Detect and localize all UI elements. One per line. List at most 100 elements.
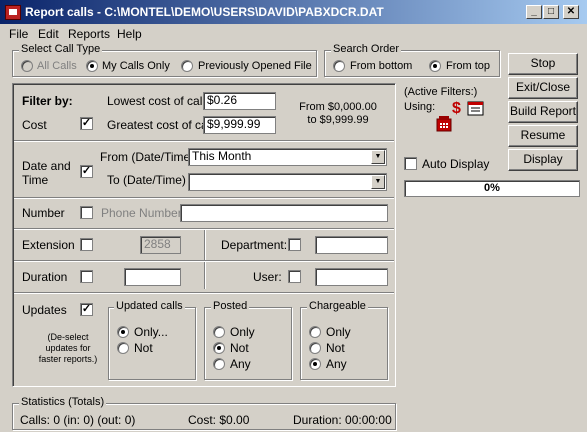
stats-duration: Duration: 00:00:00	[293, 413, 392, 427]
app-icon[interactable]	[5, 5, 21, 20]
call-type-title: Select Call Type	[19, 43, 103, 55]
divider	[14, 197, 394, 199]
cost-filter-icon: $	[452, 100, 461, 115]
updates-note-line3: faster reports.)	[38, 354, 98, 364]
greatest-cost-label: Greatest cost of call	[107, 118, 214, 132]
radio-from-top[interactable]	[429, 60, 441, 72]
user-input[interactable]	[315, 268, 388, 286]
radio-from-top-label[interactable]: From top	[446, 60, 490, 72]
cost-label: Cost	[22, 118, 47, 132]
radio-all-calls-label: All Calls	[37, 60, 77, 72]
radio-all-calls	[21, 60, 33, 72]
resume-button[interactable]: Resume	[508, 125, 578, 147]
extension-label: Extension	[22, 238, 75, 252]
updates-label: Updates	[22, 303, 67, 317]
radio-posted-only-label[interactable]: Only	[230, 325, 255, 339]
filter-heading: Filter by:	[22, 94, 73, 108]
stop-button[interactable]: Stop	[508, 53, 578, 75]
radio-chargeable-not[interactable]	[309, 342, 321, 354]
user-checkbox[interactable]	[288, 270, 301, 283]
radio-updated-only[interactable]	[117, 326, 129, 338]
active-filters-label: (Active Filters:)	[404, 86, 478, 98]
updates-note-line1: (De-select	[47, 332, 89, 342]
radio-from-bottom-label[interactable]: From bottom	[350, 60, 412, 72]
radio-posted-any-label[interactable]: Any	[230, 357, 251, 371]
extension-checkbox[interactable]	[80, 238, 93, 251]
updates-checkbox[interactable]: ✓	[80, 303, 93, 316]
menu-help[interactable]: Help	[117, 27, 142, 41]
radio-updated-only-label[interactable]: Only...	[134, 325, 168, 339]
radio-posted-only[interactable]	[213, 326, 225, 338]
chevron-down-icon[interactable]: ▼	[371, 175, 385, 189]
number-label: Number	[22, 206, 65, 220]
radio-posted-any[interactable]	[213, 358, 225, 370]
title-bar[interactable]: Report calls - C:\MONTEL\DEMO\USERS\DAVI…	[0, 0, 587, 24]
department-checkbox[interactable]	[288, 238, 301, 251]
auto-display-label[interactable]: Auto Display	[422, 157, 489, 171]
department-label: Department:	[221, 238, 288, 252]
updates-note-line2: updates for	[45, 343, 91, 353]
duration-input[interactable]	[124, 268, 181, 286]
radio-updated-not-label[interactable]: Not	[134, 341, 153, 355]
date-time-label-line1: Date and	[22, 159, 71, 173]
divider	[14, 260, 394, 262]
radio-my-calls-only-label[interactable]: My Calls Only	[102, 60, 170, 72]
radio-previously-opened-file[interactable]	[181, 60, 193, 72]
department-input[interactable]	[315, 236, 388, 254]
radio-chargeable-only-label[interactable]: Only	[326, 325, 351, 339]
menu-file[interactable]: File	[9, 27, 28, 41]
chevron-down-icon[interactable]: ▼	[371, 150, 385, 164]
menu-bar: File Edit Reports Help	[0, 24, 587, 43]
phone-filter-icon	[436, 116, 452, 132]
from-date-value: This Month	[192, 149, 252, 163]
report-calls-window: Report calls - C:\MONTEL\DEMO\USERS\DAVI…	[0, 0, 587, 432]
duration-label: Duration	[22, 270, 68, 284]
stats-calls: Calls: 0 (in: 0) (out: 0)	[20, 413, 136, 427]
svg-text:$: $	[452, 100, 461, 115]
radio-posted-not-label[interactable]: Not	[230, 341, 249, 355]
menu-reports[interactable]: Reports	[68, 27, 110, 41]
from-date-combo[interactable]: This Month ▼	[188, 148, 387, 166]
radio-chargeable-any[interactable]	[309, 358, 321, 370]
number-checkbox[interactable]	[80, 206, 93, 219]
updated-calls-title: Updated calls	[114, 300, 185, 312]
calendar-filter-icon	[467, 101, 484, 116]
lowest-cost-label: Lowest cost of call	[107, 94, 206, 108]
stats-cost: Cost: $0.00	[188, 413, 250, 427]
to-date-combo[interactable]: ▼	[188, 173, 387, 191]
statistics-title: Statistics (Totals)	[19, 396, 107, 408]
greatest-cost-input[interactable]: $9,999.99	[203, 116, 276, 134]
menu-edit[interactable]: Edit	[38, 27, 59, 41]
search-order-title: Search Order	[331, 43, 402, 55]
radio-previously-opened-file-label[interactable]: Previously Opened File	[198, 60, 312, 72]
radio-from-bottom[interactable]	[333, 60, 345, 72]
lowest-cost-input[interactable]: $0.26	[203, 92, 276, 110]
radio-chargeable-not-label[interactable]: Not	[326, 341, 345, 355]
phone-number-input[interactable]	[180, 204, 388, 222]
divider	[14, 140, 394, 142]
duration-checkbox[interactable]	[80, 270, 93, 283]
date-time-checkbox[interactable]: ✓	[80, 165, 93, 178]
display-button[interactable]: Display	[508, 149, 578, 171]
chargeable-title: Chargeable	[307, 300, 368, 312]
cost-range-line1: From $0,000.00	[299, 101, 377, 113]
exit-close-button[interactable]: Exit/Close	[508, 77, 578, 99]
phone-number-label: Phone Number	[101, 206, 182, 220]
radio-updated-not[interactable]	[117, 342, 129, 354]
from-date-label: From (Date/Time)	[100, 150, 195, 164]
auto-display-checkbox[interactable]	[404, 157, 417, 170]
radio-posted-not[interactable]	[213, 342, 225, 354]
user-label: User:	[253, 270, 282, 284]
maximize-button[interactable]: □	[543, 5, 559, 19]
cost-checkbox[interactable]: ✓	[80, 117, 93, 130]
minimize-button[interactable]: _	[526, 5, 542, 19]
radio-chargeable-only[interactable]	[309, 326, 321, 338]
radio-chargeable-any-label[interactable]: Any	[326, 357, 347, 371]
extension-input[interactable]: 2858	[140, 236, 181, 254]
build-report-button[interactable]: Build Report	[508, 101, 578, 123]
to-date-label: To (Date/Time)	[107, 173, 186, 187]
close-button[interactable]: ✕	[563, 5, 579, 19]
divider	[14, 292, 394, 294]
progress-bar: 0%	[404, 180, 580, 197]
radio-my-calls-only[interactable]	[86, 60, 98, 72]
